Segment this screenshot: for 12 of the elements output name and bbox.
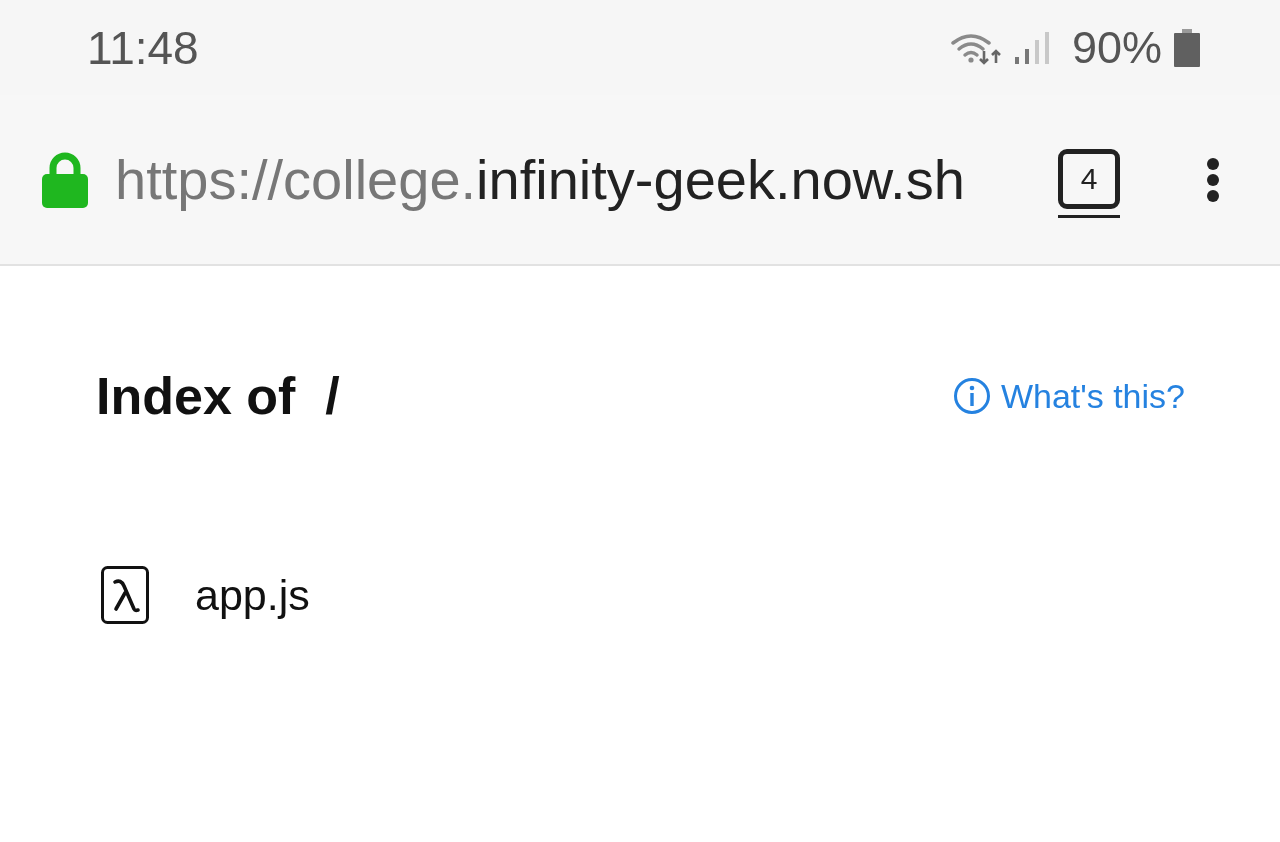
menu-icon[interactable] — [1206, 156, 1220, 203]
status-time: 11:48 — [87, 20, 199, 75]
info-icon — [952, 377, 991, 415]
lambda-icon — [101, 566, 149, 624]
path-link[interactable]: / — [325, 366, 340, 426]
battery-percentage: 90% — [1071, 21, 1162, 74]
battery-icon — [1174, 28, 1200, 67]
help-link[interactable]: What's this? — [952, 376, 1185, 416]
page-heading: Index of — [96, 366, 296, 426]
url-text[interactable]: https://college.infinity-geek.now.sh — [115, 147, 965, 212]
signal-bars-icon — [1014, 31, 1050, 64]
file-link[interactable]: app.js — [195, 570, 310, 620]
